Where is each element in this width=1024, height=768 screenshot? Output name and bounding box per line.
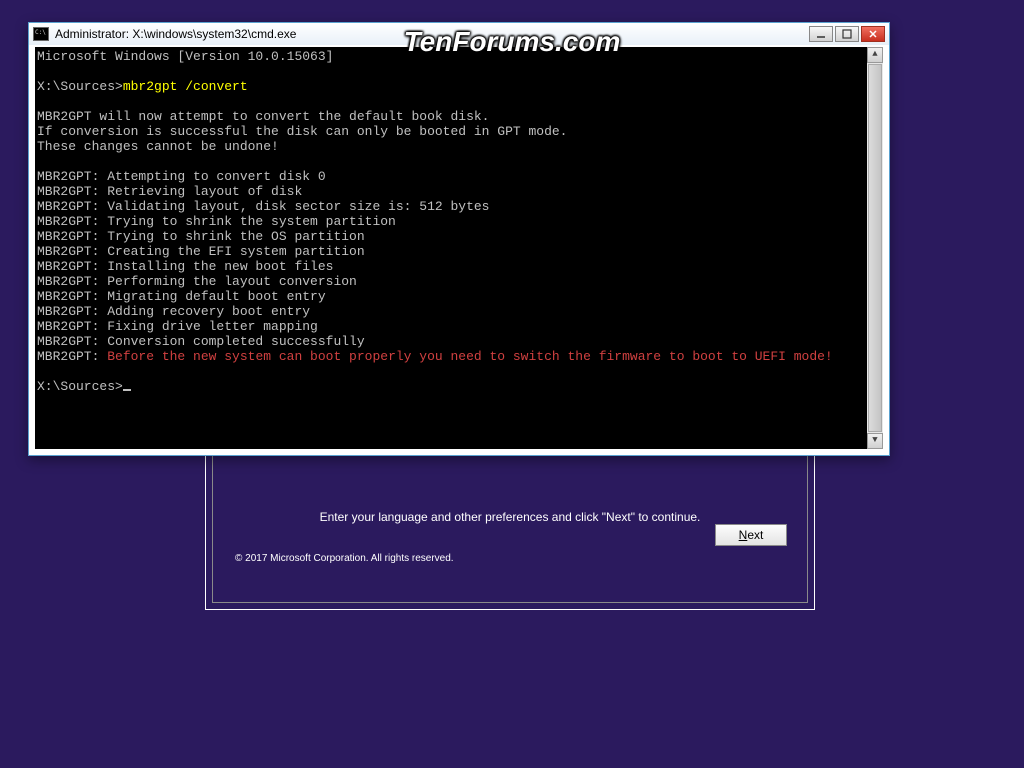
scroll-thumb[interactable] [868,64,882,432]
warn-text: Before the new system can boot properly … [107,349,833,364]
out-6: MBR2GPT: Validating layout, disk sector … [37,199,489,214]
version-line: Microsoft Windows [Version 10.0.15063] [37,49,333,64]
out-5: MBR2GPT: Retrieving layout of disk [37,184,302,199]
out-2: These changes cannot be undone! [37,139,279,154]
prompt2-path: X:\Sources> [37,379,123,394]
out-11: MBR2GPT: Performing the layout conversio… [37,274,357,289]
warn-prefix: MBR2GPT: [37,349,107,364]
prompt1-path: X:\Sources> [37,79,123,94]
cursor [123,389,131,391]
setup-prompt-text: Enter your language and other preference… [213,510,807,524]
cmd-icon [33,27,49,41]
minimize-button[interactable] [809,26,833,42]
out-15: MBR2GPT: Conversion completed successful… [37,334,365,349]
scroll-up-button[interactable]: ▲ [867,47,883,63]
out-7: MBR2GPT: Trying to shrink the system par… [37,214,396,229]
out-12: MBR2GPT: Migrating default boot entry [37,289,326,304]
out-9: MBR2GPT: Creating the EFI system partiti… [37,244,365,259]
out-8: MBR2GPT: Trying to shrink the OS partiti… [37,229,365,244]
scrollbar[interactable]: ▲ ▼ [867,47,883,449]
out-10: MBR2GPT: Installing the new boot files [37,259,333,274]
prompt1-command: mbr2gpt /convert [123,79,248,94]
next-button[interactable]: Next [715,524,787,546]
out-14: MBR2GPT: Fixing drive letter mapping [37,319,318,334]
copyright-text: © 2017 Microsoft Corporation. All rights… [235,553,454,564]
out-13: MBR2GPT: Adding recovery boot entry [37,304,310,319]
titlebar[interactable]: Administrator: X:\windows\system32\cmd.e… [29,23,889,45]
window-buttons [809,26,885,42]
close-button[interactable] [861,26,885,42]
out-0: MBR2GPT will now attempt to convert the … [37,109,489,124]
window-title: Administrator: X:\windows\system32\cmd.e… [55,27,809,41]
maximize-button[interactable] [835,26,859,42]
console-area[interactable]: Microsoft Windows [Version 10.0.15063] X… [35,47,883,449]
out-4: MBR2GPT: Attempting to convert disk 0 [37,169,326,184]
scroll-down-button[interactable]: ▼ [867,433,883,449]
cmd-window: Administrator: X:\windows\system32\cmd.e… [28,22,890,456]
console-output: Microsoft Windows [Version 10.0.15063] X… [37,49,865,394]
out-1: If conversion is successful the disk can… [37,124,568,139]
